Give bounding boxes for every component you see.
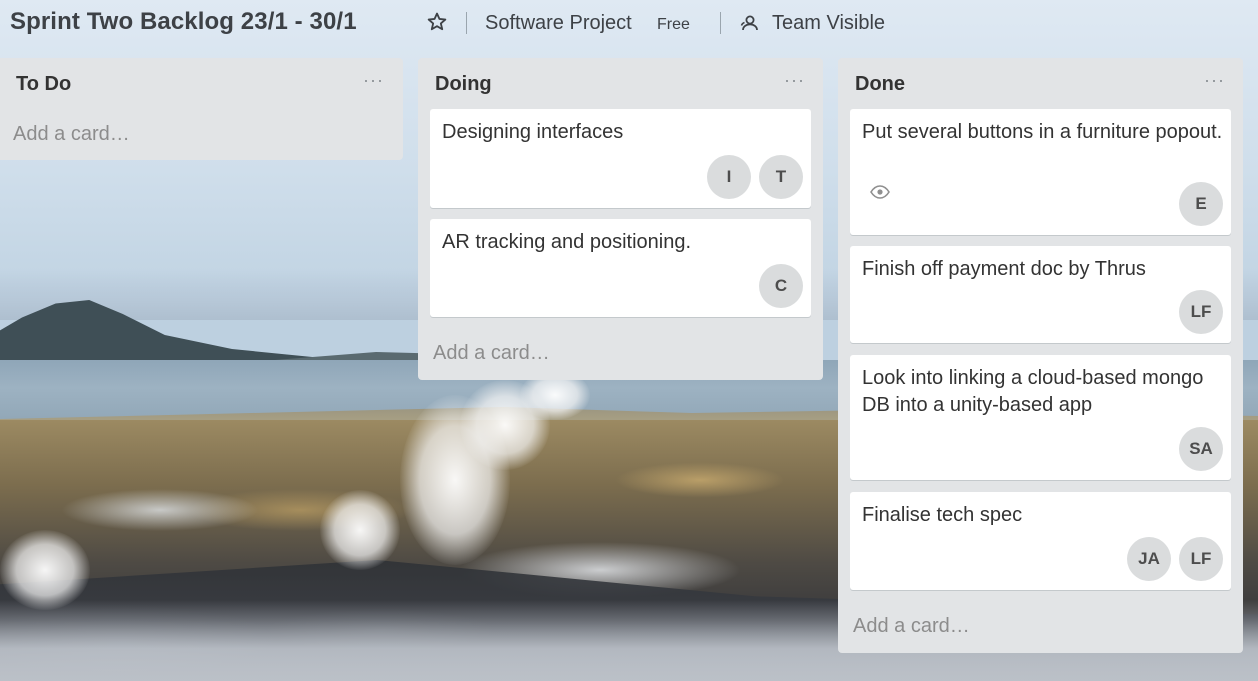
- add-card-button[interactable]: Add a card…: [13, 123, 130, 146]
- card-members: E: [1179, 182, 1223, 226]
- list-title[interactable]: Done: [855, 73, 905, 96]
- card[interactable]: Designing interfaces I T: [430, 109, 811, 208]
- card-title: Look into linking a cloud-based mongo DB…: [862, 367, 1204, 416]
- card-title: Finalise tech spec: [862, 504, 1023, 526]
- avatar[interactable]: LF: [1179, 537, 1223, 581]
- card[interactable]: AR tracking and positioning. C: [430, 219, 811, 317]
- background-steam: [0, 530, 90, 610]
- list-doing: Doing ··· Designing interfaces I T AR tr…: [418, 58, 823, 380]
- board-header: Sprint Two Backlog 23/1 - 30/1 Software …: [0, 0, 1258, 46]
- card[interactable]: Finalise tech spec JA LF: [850, 492, 1231, 590]
- plan-badge: Free: [657, 16, 690, 33]
- card-title: Finish off payment doc by Thrus: [862, 258, 1146, 280]
- background-steam: [320, 490, 400, 570]
- board-title[interactable]: Sprint Two Backlog 23/1 - 30/1: [10, 8, 357, 36]
- avatar[interactable]: JA: [1127, 537, 1171, 581]
- card[interactable]: Put several buttons in a furniture popou…: [850, 109, 1231, 235]
- add-card-button[interactable]: Add a card…: [853, 615, 970, 638]
- avatar[interactable]: E: [1179, 182, 1223, 226]
- avatar[interactable]: T: [759, 155, 803, 199]
- ellipsis-icon[interactable]: ···: [784, 70, 805, 91]
- card-title: AR tracking and positioning.: [442, 231, 692, 253]
- card-members: SA: [1179, 427, 1223, 471]
- card-title: Designing interfaces: [442, 121, 624, 143]
- card[interactable]: Look into linking a cloud-based mongo DB…: [850, 355, 1231, 480]
- ellipsis-icon[interactable]: ···: [363, 70, 384, 91]
- avatar[interactable]: LF: [1179, 290, 1223, 334]
- eye-icon: [870, 185, 890, 199]
- header-divider: [720, 12, 721, 34]
- card-members: JA LF: [1127, 537, 1223, 581]
- list-title[interactable]: To Do: [16, 73, 71, 96]
- avatar[interactable]: I: [707, 155, 751, 199]
- ellipsis-icon[interactable]: ···: [1204, 70, 1225, 91]
- add-card-button[interactable]: Add a card…: [433, 342, 550, 365]
- card-title: Put several buttons in a furniture popou…: [862, 121, 1223, 143]
- card[interactable]: Finish off payment doc by Thrus LF: [850, 246, 1231, 343]
- list-title[interactable]: Doing: [435, 73, 492, 96]
- header-divider: [466, 12, 467, 34]
- team-icon: [740, 15, 758, 31]
- team-project-link[interactable]: Software Project: [485, 12, 632, 35]
- card-members: I T: [707, 155, 803, 199]
- visibility-button[interactable]: Team Visible: [772, 12, 885, 35]
- card-members: LF: [1179, 290, 1223, 334]
- avatar[interactable]: SA: [1179, 427, 1223, 471]
- star-icon[interactable]: [426, 11, 448, 33]
- avatar[interactable]: C: [759, 264, 803, 308]
- list-to-do: To Do ··· Add a card…: [0, 58, 403, 160]
- list-done: Done ··· Put several buttons in a furnit…: [838, 58, 1243, 653]
- card-members: C: [759, 264, 803, 308]
